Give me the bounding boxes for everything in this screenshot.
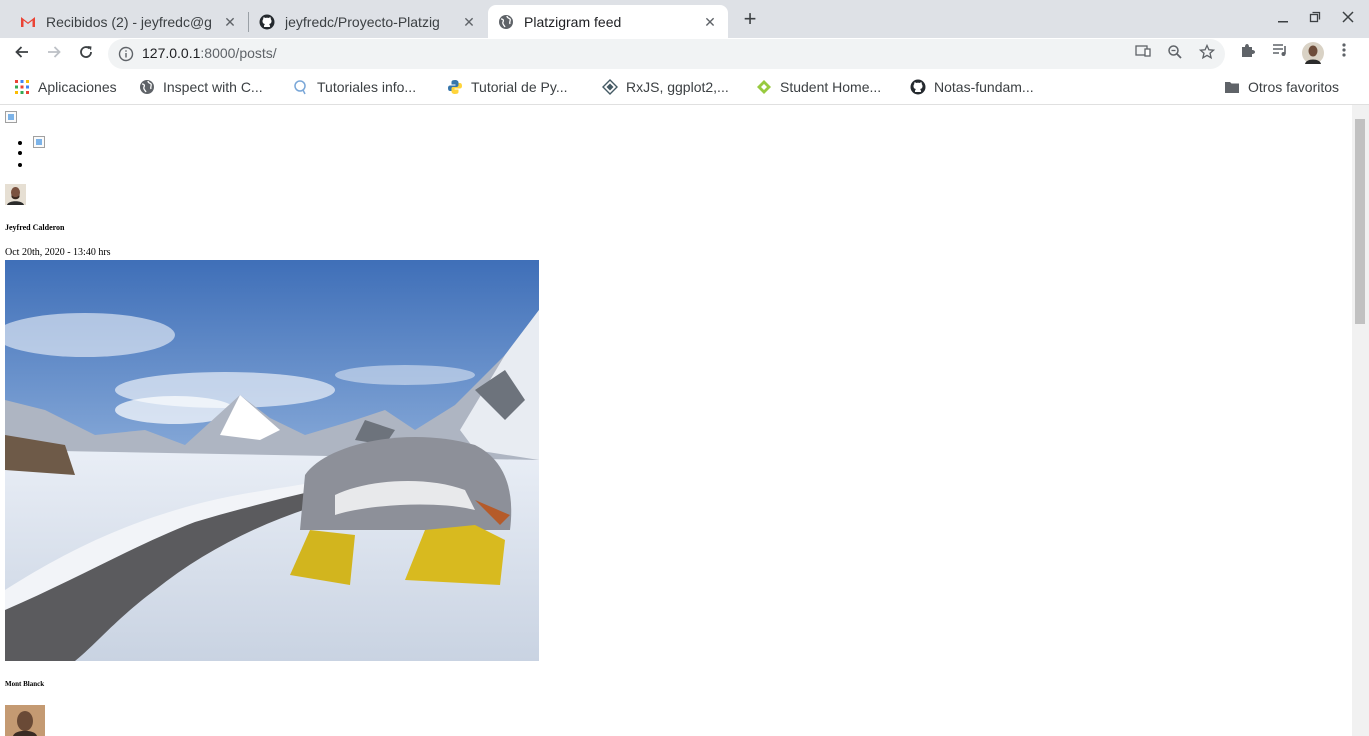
bookmark-inspect[interactable]: Inspect with C... (139, 78, 263, 96)
bookmark-label: Inspect with C... (163, 79, 263, 95)
tab-gmail[interactable]: Recibidos (2) - jeyfredc@g ✕ (10, 5, 248, 38)
bookmark-label: Tutorial de Py... (471, 79, 568, 95)
url-host: 127.0.0.1 (142, 45, 201, 61)
tab-title: Platzigram feed (524, 13, 622, 30)
next-post-avatar[interactable] (5, 705, 45, 736)
page-scrollbar[interactable] (1352, 105, 1369, 736)
menu-kebab-icon[interactable] (1332, 42, 1356, 66)
forward-arrow-icon[interactable] (42, 42, 66, 66)
search-bubble-icon (293, 79, 309, 95)
post-date: Oct 20th, 2020 - 13:40 hrs (5, 247, 111, 258)
tab-github[interactable]: jeyfredc/Proyecto-Platzig ✕ (249, 5, 487, 38)
tab-title: jeyfredc/Proyecto-Platzig (285, 13, 440, 30)
nav-list-item[interactable] (33, 159, 45, 171)
broken-nav-image[interactable] (33, 136, 45, 148)
github-icon (910, 79, 926, 95)
post-photo[interactable] (5, 260, 539, 661)
diamond-icon (602, 79, 618, 95)
gmail-icon (20, 14, 36, 30)
bookmark-label: Aplicaciones (38, 79, 117, 95)
bookmark-student-home[interactable]: Student Home... (756, 78, 881, 96)
extensions-icon[interactable] (1236, 42, 1260, 66)
globe-icon (498, 14, 514, 30)
tab-strip: Recibidos (2) - jeyfredc@g ✕ jeyfredc/Pr… (0, 0, 1369, 38)
cast-icon[interactable] (1133, 44, 1153, 64)
github-icon (259, 14, 275, 30)
folder-icon (1224, 79, 1240, 95)
reload-icon[interactable] (74, 42, 98, 66)
zoom-icon[interactable] (1165, 44, 1185, 64)
post-caption: Mont Blanck (5, 680, 45, 688)
close-tab-icon[interactable]: ✕ (461, 14, 477, 30)
nav-list-item[interactable] (33, 147, 45, 159)
new-tab-button[interactable]: + (738, 8, 762, 32)
tab-title: Recibidos (2) - jeyfredc@g (46, 13, 212, 30)
close-tab-icon[interactable]: ✕ (222, 14, 238, 30)
browser-toolbar: 127.0.0.1:8000/posts/ (0, 38, 1369, 70)
author-name: Jeyfred Calderon (5, 223, 65, 232)
close-tab-icon[interactable]: ✕ (702, 14, 718, 30)
nav-list (5, 135, 45, 171)
green-diamond-icon (756, 79, 772, 95)
bookmark-label: RxJS, ggplot2,... (626, 79, 729, 95)
bookmark-notas[interactable]: Notas-fundam... (910, 78, 1034, 96)
bookmark-star-icon[interactable] (1197, 43, 1217, 64)
address-bar[interactable]: 127.0.0.1:8000/posts/ (108, 39, 1225, 69)
media-queue-icon[interactable] (1268, 42, 1292, 66)
bookmark-python[interactable]: Tutorial de Py... (447, 78, 567, 96)
minimize-window-icon[interactable] (1271, 8, 1295, 30)
back-arrow-icon[interactable] (10, 42, 34, 66)
bookmark-rxjs[interactable]: RxJS, ggplot2,... (602, 78, 729, 96)
close-window-icon[interactable] (1336, 8, 1360, 30)
apps-grid-icon (14, 79, 30, 95)
info-icon[interactable] (118, 46, 134, 62)
other-bookmarks-folder[interactable]: Otros favoritos (1224, 78, 1339, 96)
broken-logo-image (5, 111, 17, 123)
bookmark-label: Student Home... (780, 79, 882, 95)
python-icon (447, 79, 463, 95)
url-path: :8000/posts/ (200, 45, 277, 61)
tab-platzigram[interactable]: Platzigram feed ✕ (488, 5, 728, 38)
url-text: 127.0.0.1:8000/posts/ (142, 45, 277, 61)
bookmark-label: Notas-fundam... (934, 79, 1034, 95)
page-viewport: Jeyfred Calderon Oct 20th, 2020 - 13:40 … (0, 105, 1352, 736)
nav-list-item[interactable] (33, 135, 45, 148)
bookmark-label: Tutoriales info... (317, 79, 417, 95)
bookmark-apps[interactable]: Aplicaciones (14, 78, 117, 96)
restore-window-icon[interactable] (1303, 8, 1327, 30)
profile-avatar[interactable] (1301, 42, 1325, 66)
bookmark-tutoriales[interactable]: Tutoriales info... (293, 78, 416, 96)
author-avatar[interactable] (5, 184, 26, 205)
globe-icon (139, 79, 155, 95)
bookmark-label: Otros favoritos (1248, 79, 1340, 95)
scrollbar-thumb[interactable] (1355, 119, 1365, 324)
bookmarks-bar: Aplicaciones Inspect with C... Tutoriale… (0, 70, 1369, 105)
